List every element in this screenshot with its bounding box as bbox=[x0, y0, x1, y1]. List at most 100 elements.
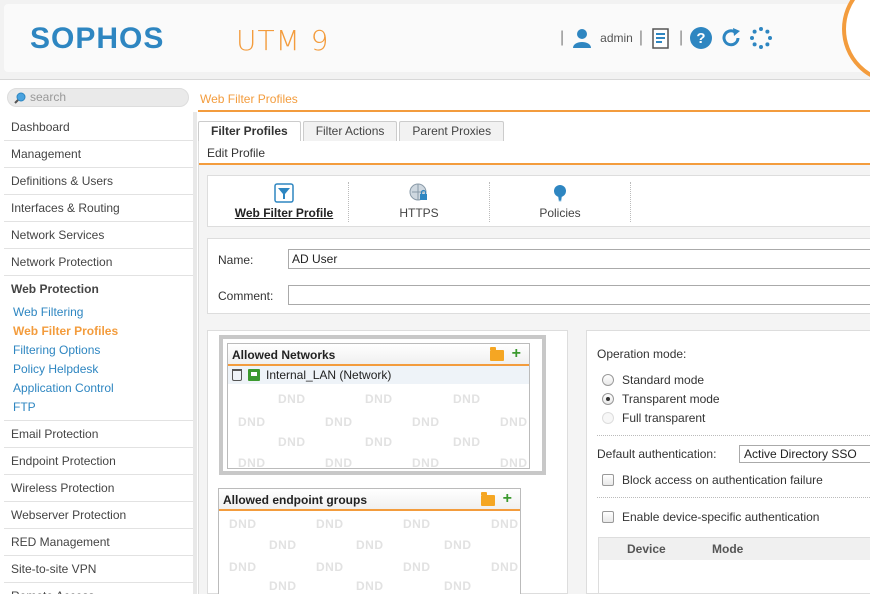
sidebar-item-email-protection[interactable]: Email Protection bbox=[4, 421, 193, 448]
subtab-label: Web Filter Profile bbox=[234, 206, 334, 220]
device-auth-checkbox[interactable] bbox=[602, 511, 614, 523]
folder-icon[interactable] bbox=[489, 347, 504, 361]
device-auth-label[interactable]: Enable device-specific authentication bbox=[622, 510, 819, 524]
sophos-logo: SOPHOS bbox=[30, 22, 165, 55]
sidebar-subitem-filtering-options[interactable]: Filtering Options bbox=[4, 341, 193, 360]
full-transparent-label[interactable]: Full transparent bbox=[622, 411, 705, 425]
full-transparent-radio[interactable] bbox=[602, 412, 614, 424]
subtab-label: Policies bbox=[539, 206, 581, 220]
allowed-networks-list[interactable]: Internal_LAN (Network) DND DND DND DND D… bbox=[228, 366, 529, 468]
filter-icon bbox=[274, 183, 294, 203]
list-item[interactable]: Internal_LAN (Network) bbox=[228, 366, 529, 384]
sidebar-subitem-application-control[interactable]: Application Control bbox=[4, 379, 193, 398]
standard-mode-label[interactable]: Standard mode bbox=[622, 373, 704, 387]
edit-profile-title: Edit Profile bbox=[199, 141, 870, 165]
sidebar-item-wireless-protection[interactable]: Wireless Protection bbox=[4, 475, 193, 502]
sidebar-item-remote-access[interactable]: Remote Access bbox=[4, 583, 193, 594]
allowed-endpoints-header: Allowed endpoint groups + bbox=[219, 489, 520, 511]
search-icon bbox=[14, 92, 26, 104]
dnd-watermark: DND bbox=[316, 517, 344, 531]
block-access-checkbox[interactable] bbox=[602, 474, 614, 486]
name-label: Name: bbox=[218, 253, 254, 267]
dnd-watermark: DND bbox=[491, 517, 519, 531]
subtab-policies[interactable]: Policies bbox=[490, 176, 630, 228]
sidebar-item-network-services[interactable]: Network Services bbox=[4, 222, 193, 249]
device-auth-table: Device Mode bbox=[598, 537, 870, 594]
dnd-watermark: DND bbox=[365, 435, 393, 449]
user-icon[interactable] bbox=[570, 26, 594, 50]
tab-filter-actions[interactable]: Filter Actions bbox=[302, 121, 398, 141]
block-access-label[interactable]: Block access on authentication failure bbox=[622, 473, 823, 487]
column-device[interactable]: Device bbox=[627, 538, 666, 560]
dnd-watermark: DND bbox=[316, 560, 344, 574]
help-icon[interactable]: ? bbox=[689, 26, 713, 50]
default-auth-select[interactable]: Active Directory SSO bbox=[739, 445, 870, 463]
name-input[interactable]: AD User bbox=[288, 249, 870, 269]
transparent-mode-label[interactable]: Transparent mode bbox=[622, 392, 720, 406]
subtab-label: HTTPS bbox=[399, 206, 439, 220]
allowed-lists-panel: Allowed Networks + Internal_LAN (Network… bbox=[207, 330, 568, 594]
dnd-watermark: DND bbox=[229, 560, 257, 574]
dnd-watermark: DND bbox=[365, 392, 393, 406]
sidebar-divider bbox=[193, 112, 197, 594]
svg-text:?: ? bbox=[697, 30, 706, 47]
dnd-watermark: DND bbox=[238, 456, 266, 468]
dnd-watermark: DND bbox=[453, 392, 481, 406]
add-icon[interactable]: + bbox=[512, 346, 521, 362]
spinner-icon[interactable] bbox=[749, 26, 773, 50]
sidebar-subitem-web-filter-profiles[interactable]: Web Filter Profiles bbox=[4, 322, 193, 341]
dnd-watermark: DND bbox=[238, 415, 266, 429]
sidebar-item-management[interactable]: Management bbox=[4, 141, 193, 168]
column-mode[interactable]: Mode bbox=[712, 538, 743, 560]
dnd-watermark: DND bbox=[500, 456, 528, 468]
header-toolbar: | admin | | ? bbox=[560, 26, 773, 50]
dnd-watermark: DND bbox=[444, 538, 472, 552]
dnd-watermark: DND bbox=[491, 560, 519, 574]
sidebar-item-network-protection[interactable]: Network Protection bbox=[4, 249, 193, 276]
dnd-watermark: DND bbox=[403, 560, 431, 574]
sidebar-subitem-web-filtering[interactable]: Web Filtering bbox=[4, 303, 193, 322]
globe-lock-icon bbox=[409, 183, 427, 201]
divider bbox=[597, 497, 870, 498]
breadcrumb: Web Filter Profiles bbox=[200, 92, 298, 106]
sidebar-subitem-policy-helpdesk[interactable]: Policy Helpdesk bbox=[4, 360, 193, 379]
app-header: SOPHOS UTM 9 | admin | | ? bbox=[0, 0, 870, 80]
search-input[interactable]: search bbox=[7, 88, 189, 107]
sidebar-item-definitions-users[interactable]: Definitions & Users bbox=[4, 168, 193, 195]
sidebar-item-endpoint-protection[interactable]: Endpoint Protection bbox=[4, 448, 193, 475]
sidebar-item-red-management[interactable]: RED Management bbox=[4, 529, 193, 556]
dnd-watermark: DND bbox=[278, 392, 306, 406]
folder-icon[interactable] bbox=[480, 492, 495, 506]
tab-filter-profiles[interactable]: Filter Profiles bbox=[198, 121, 301, 141]
reload-icon[interactable] bbox=[719, 26, 743, 50]
sidebar-item-web-protection[interactable]: Web Protection bbox=[4, 276, 193, 303]
subtab-https[interactable]: HTTPS bbox=[349, 176, 489, 228]
dnd-watermark: DND bbox=[412, 456, 440, 468]
sidebar-item-webserver-protection[interactable]: Webserver Protection bbox=[4, 502, 193, 529]
transparent-mode-radio[interactable] bbox=[602, 393, 614, 405]
tab-parent-proxies[interactable]: Parent Proxies bbox=[399, 121, 505, 141]
sidebar-item-interfaces-routing[interactable]: Interfaces & Routing bbox=[4, 195, 193, 222]
dnd-watermark: DND bbox=[269, 579, 297, 593]
sidebar-item-site-to-site-vpn[interactable]: Site-to-site VPN bbox=[4, 556, 193, 583]
allowed-endpoints-title: Allowed endpoint groups bbox=[223, 493, 367, 507]
device-table-header: Device Mode bbox=[599, 538, 870, 560]
notepad-icon[interactable] bbox=[649, 26, 673, 50]
sidebar-item-dashboard[interactable]: Dashboard bbox=[4, 114, 193, 141]
standard-mode-radio[interactable] bbox=[602, 374, 614, 386]
trash-icon[interactable] bbox=[232, 369, 242, 381]
allowed-endpoints-list[interactable]: DND DND DND DND DND DND DND DND DND DND … bbox=[219, 511, 520, 594]
comment-label: Comment: bbox=[218, 289, 274, 303]
sidebar: Dashboard Management Definitions & Users… bbox=[4, 114, 193, 594]
dnd-watermark: DND bbox=[325, 456, 353, 468]
add-icon[interactable]: + bbox=[503, 491, 512, 507]
username[interactable]: admin bbox=[600, 31, 633, 45]
dnd-watermark: DND bbox=[444, 579, 472, 593]
dnd-watermark: DND bbox=[453, 435, 481, 449]
dnd-watermark: DND bbox=[500, 415, 528, 429]
operation-panel: Operation mode: Standard mode Transparen… bbox=[586, 330, 870, 594]
sidebar-subitem-ftp[interactable]: FTP bbox=[4, 398, 193, 417]
subtab-web-filter-profile[interactable]: Web Filter Profile bbox=[220, 176, 348, 228]
dnd-watermark: DND bbox=[412, 415, 440, 429]
comment-input[interactable] bbox=[288, 285, 870, 305]
